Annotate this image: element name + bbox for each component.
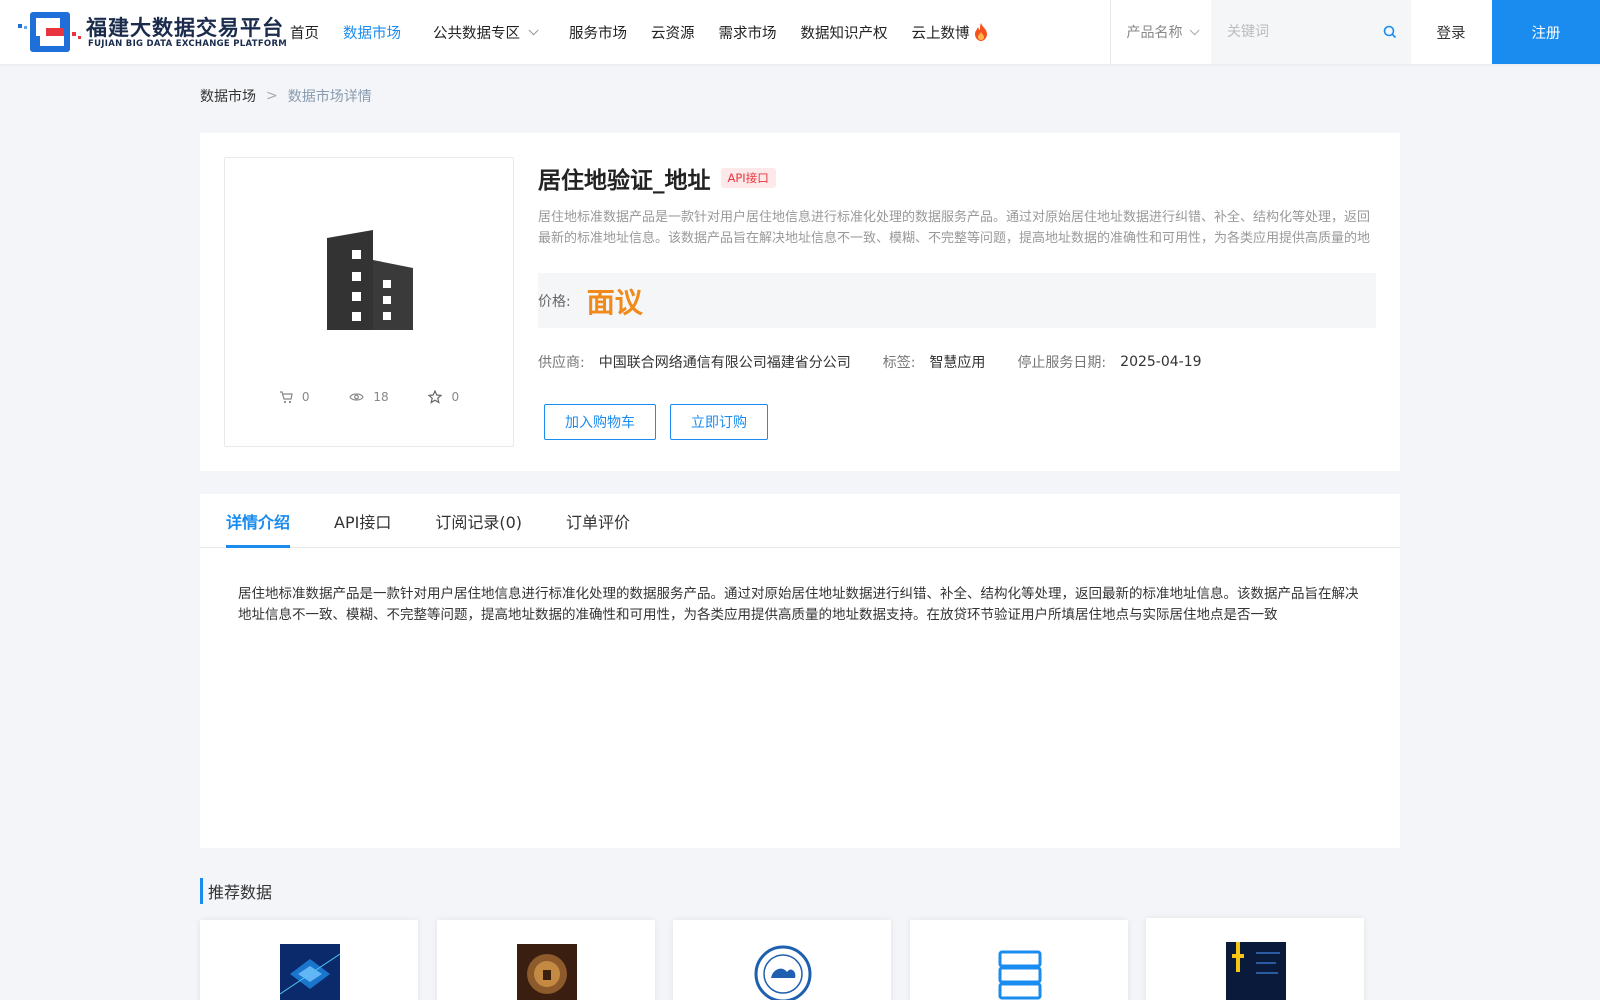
nav-data-market-label: 数据市场	[343, 25, 401, 42]
recommend-card[interactable]	[910, 920, 1128, 1000]
product-card: 0 18 0 居住地验证_地址 API接口 居住地标准数据产品是一款针对用户居住…	[200, 133, 1400, 471]
nav-home-label: 首页	[290, 25, 319, 42]
api-tag-badge: API接口	[720, 168, 776, 188]
price-row: 价格: 面议	[538, 273, 1376, 328]
detail-description: 居住地标准数据产品是一款针对用户居住地信息进行标准化处理的数据服务产品。通过对原…	[238, 586, 1359, 623]
product-stats: 0 18 0	[225, 390, 513, 404]
nav-public-data[interactable]: 公共数据专区	[433, 22, 539, 43]
tab-subscription-records[interactable]: 订阅记录(0)	[435, 494, 522, 548]
recommend-thumbnail-server	[990, 944, 1050, 1000]
price-value: 面议	[586, 285, 643, 319]
favorite-count-value: 0	[451, 390, 460, 404]
search-area: 产品名称	[1110, 0, 1411, 64]
view-count: 18	[349, 390, 389, 404]
tag-label: 标签:	[882, 355, 916, 371]
product-info: 居住地验证_地址 API接口 居住地标准数据产品是一款针对用户居住地信息进行标准…	[538, 161, 1376, 440]
breadcrumb-separator: >	[266, 88, 278, 104]
nav-cloud-resources[interactable]: 云资源	[651, 22, 695, 43]
recommend-card[interactable]	[437, 920, 655, 1000]
nav-demand-market[interactable]: 需求市场	[719, 22, 777, 43]
chevron-down-icon	[528, 24, 539, 35]
login-button[interactable]: 登录	[1410, 0, 1492, 64]
main-nav: 首页 数据市场 公共数据专区 服务市场 云资源 需求市场 数据知识产权 云上数博	[290, 0, 1013, 64]
stop-date-label: 停止服务日期:	[1017, 355, 1107, 371]
star-icon	[428, 390, 443, 404]
subscribe-now-button[interactable]: 立即订购	[670, 404, 768, 440]
detail-card: 详情介绍 API接口 订阅记录(0) 订单评价 居住地标准数据产品是一款针对用户…	[200, 494, 1400, 848]
stop-date-value: 2025-04-19	[1120, 354, 1202, 370]
nav-home[interactable]: 首页	[290, 22, 319, 43]
nav-service-market-label: 服务市场	[569, 25, 627, 42]
supplier-label: 供应商:	[538, 355, 585, 371]
breadcrumb-home[interactable]: 数据市场	[200, 86, 256, 106]
logo-mark-icon	[18, 12, 81, 52]
search-category-select[interactable]: 产品名称	[1111, 0, 1211, 64]
action-buttons: 加入购物车 立即订购	[538, 404, 1376, 440]
tab-api[interactable]: API接口	[334, 494, 391, 548]
recommend-thumbnail-dark	[1226, 942, 1286, 1000]
logo-title-cn: 福建大数据交易平台	[86, 16, 284, 40]
title-row: 居住地验证_地址 API接口	[538, 161, 1376, 195]
chevron-down-icon	[1189, 24, 1200, 35]
tag-value: 智慧应用	[929, 355, 986, 371]
recommend-card[interactable]	[1146, 918, 1364, 1000]
nav-data-ip-label: 数据知识产权	[800, 25, 888, 42]
add-to-cart-button[interactable]: 加入购物车	[544, 404, 656, 440]
site-logo[interactable]: 福建大数据交易平台 FUJIAN BIG DATA EXCHANGE PLATF…	[16, 8, 287, 56]
building-icon	[327, 230, 413, 330]
price-label: 价格:	[538, 293, 571, 310]
recommend-card[interactable]	[673, 920, 891, 1000]
recommend-thumbnail-chip	[280, 944, 340, 1000]
nav-cloud-expo[interactable]: 云上数博	[912, 22, 989, 43]
search-category-label: 产品名称	[1126, 25, 1183, 41]
product-description: 居住地标准数据产品是一款针对用户居住地信息进行标准化处理的数据服务产品。通过对原…	[538, 210, 1371, 246]
detail-tabs: 详情介绍 API接口 订阅记录(0) 订单评价	[200, 494, 1400, 548]
recommend-thumbnail-lock	[517, 944, 577, 1000]
search-icon[interactable]	[1383, 25, 1397, 39]
nav-public-data-label: 公共数据专区	[433, 25, 520, 42]
search-input[interactable]	[1227, 24, 1377, 40]
tab-order-reviews[interactable]: 订单评价	[566, 494, 630, 548]
recommend-title: 推荐数据	[200, 878, 272, 904]
cart-icon	[279, 390, 293, 403]
product-title: 居住地验证_地址	[538, 168, 711, 194]
logo-title-en: FUJIAN BIG DATA EXCHANGE PLATFORM	[88, 39, 288, 49]
recommend-thumbnail-emblem	[753, 944, 813, 1000]
tab-details[interactable]: 详情介绍	[226, 494, 291, 548]
nav-data-ip[interactable]: 数据知识产权	[801, 22, 888, 43]
nav-cloud-expo-label: 云上数博	[911, 25, 970, 42]
top-header: 福建大数据交易平台 FUJIAN BIG DATA EXCHANGE PLATF…	[0, 0, 1600, 64]
meta-row: 供应商: 中国联合网络通信有限公司福建省分公司 标签: 智慧应用 停止服务日期:…	[538, 352, 1376, 372]
cart-count-value: 0	[301, 390, 310, 404]
product-image-box: 0 18 0	[224, 157, 514, 447]
favorite-count[interactable]: 0	[428, 390, 459, 404]
search-box	[1211, 0, 1411, 64]
breadcrumb: 数据市场 > 数据市场详情	[200, 86, 372, 106]
nav-data-market[interactable]: 数据市场	[343, 22, 401, 43]
supplier-value: 中国联合网络通信有限公司福建省分公司	[598, 355, 851, 371]
nav-service-market[interactable]: 服务市场	[569, 22, 627, 43]
nav-cloud-resources-label: 云资源	[651, 25, 695, 42]
cart-count: 0	[279, 390, 310, 404]
view-count-value: 18	[373, 390, 389, 404]
nav-demand-market-label: 需求市场	[718, 25, 777, 42]
breadcrumb-current: 数据市场详情	[287, 89, 372, 105]
recommend-card[interactable]	[200, 920, 418, 1000]
fire-icon	[974, 23, 987, 41]
eye-icon	[349, 393, 365, 401]
register-button[interactable]: 注册	[1492, 0, 1600, 64]
